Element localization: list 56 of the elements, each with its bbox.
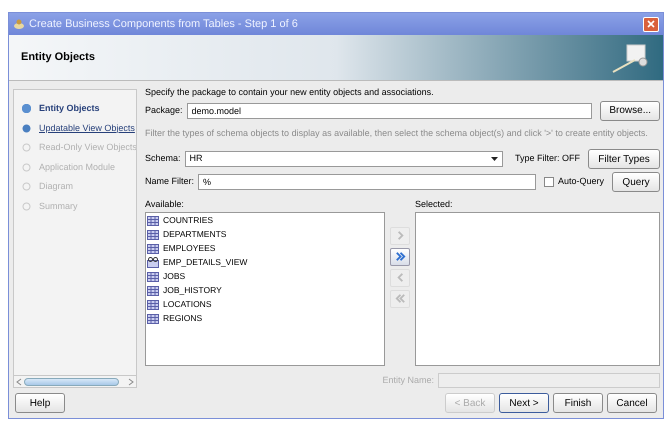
scroll-right-icon[interactable] (128, 378, 134, 386)
table-icon (147, 286, 159, 296)
selected-label: Selected: (415, 198, 454, 211)
dialog-button[interactable]: Filter Types (588, 149, 660, 169)
auto-query-label: Auto-Query (558, 175, 604, 188)
move-all-right-icon (394, 250, 406, 263)
dialog-button[interactable]: Cancel (607, 393, 657, 413)
window-title: Create Business Components from Tables - Step 1 of 6 (29, 16, 299, 32)
list-item[interactable]: JOB_HISTORY (147, 284, 384, 298)
page-heading: Entity Objects (21, 50, 96, 66)
table-icon (147, 244, 159, 254)
entity-name-label: Entity Name: (382, 374, 434, 387)
schema-dropdown[interactable]: HR (184, 151, 504, 167)
list-item[interactable]: COUNTRIES (147, 214, 384, 228)
table-icon (147, 216, 159, 226)
step-dot-icon (22, 124, 31, 133)
table-icon (147, 300, 159, 310)
auto-query-checkbox[interactable] (544, 177, 554, 187)
list-item[interactable]: EMPLOYEES (147, 242, 384, 256)
step-dot-icon (22, 143, 31, 152)
move-all-left-icon (394, 292, 406, 305)
step-dot-icon (22, 182, 31, 192)
dialog-button[interactable]: Browse... (600, 100, 660, 120)
dropdown-arrow-icon (491, 157, 498, 161)
scroll-left-icon[interactable] (16, 378, 22, 386)
table-icon (147, 314, 159, 324)
shuttle-button[interactable] (390, 248, 410, 266)
step-link[interactable]: Updatable View Objects (39, 122, 135, 135)
view-icon (147, 257, 159, 268)
step-dot-icon (22, 202, 31, 211)
dialog-button[interactable]: Help (15, 393, 65, 413)
dialog-button[interactable]: Finish (553, 393, 603, 413)
horizontal-scrollbar[interactable] (13, 376, 137, 388)
table-icon (147, 272, 159, 282)
list-item[interactable]: DEPARTMENTS (147, 228, 384, 242)
close-button[interactable] (643, 16, 659, 32)
list-item[interactable]: LOCATIONS (147, 298, 384, 312)
available-label: Available: (145, 198, 185, 211)
schema-label: Schema: (145, 152, 181, 166)
list-item[interactable]: JOBS (147, 270, 384, 284)
package-label: Package: (145, 104, 183, 117)
table-icon (147, 230, 159, 240)
dialog-button[interactable]: Next > (499, 393, 549, 413)
name-filter-label: Name Filter: (145, 175, 194, 188)
close-icon (647, 20, 655, 28)
filter-hint-text: Filter the types of schema objects to display as available, then select the schema object(s) and click '>' to create entity objects. (145, 126, 649, 140)
instruction-text: Specify the package to contain your new entity objects and associations. (145, 86, 435, 99)
dialog-button[interactable]: Query (612, 172, 660, 192)
package-field[interactable]: demo.model (186, 102, 592, 118)
name-filter-field[interactable]: % (198, 174, 536, 190)
step-dot-icon (22, 162, 31, 172)
step-link[interactable]: Entity Objects (39, 102, 100, 116)
list-item[interactable]: REGIONS (147, 312, 384, 326)
app-icon (13, 18, 25, 30)
list-item[interactable]: EMP_DETAILS_VIEW (147, 256, 384, 270)
type-filter-status: Type Filter: OFF (515, 152, 580, 166)
